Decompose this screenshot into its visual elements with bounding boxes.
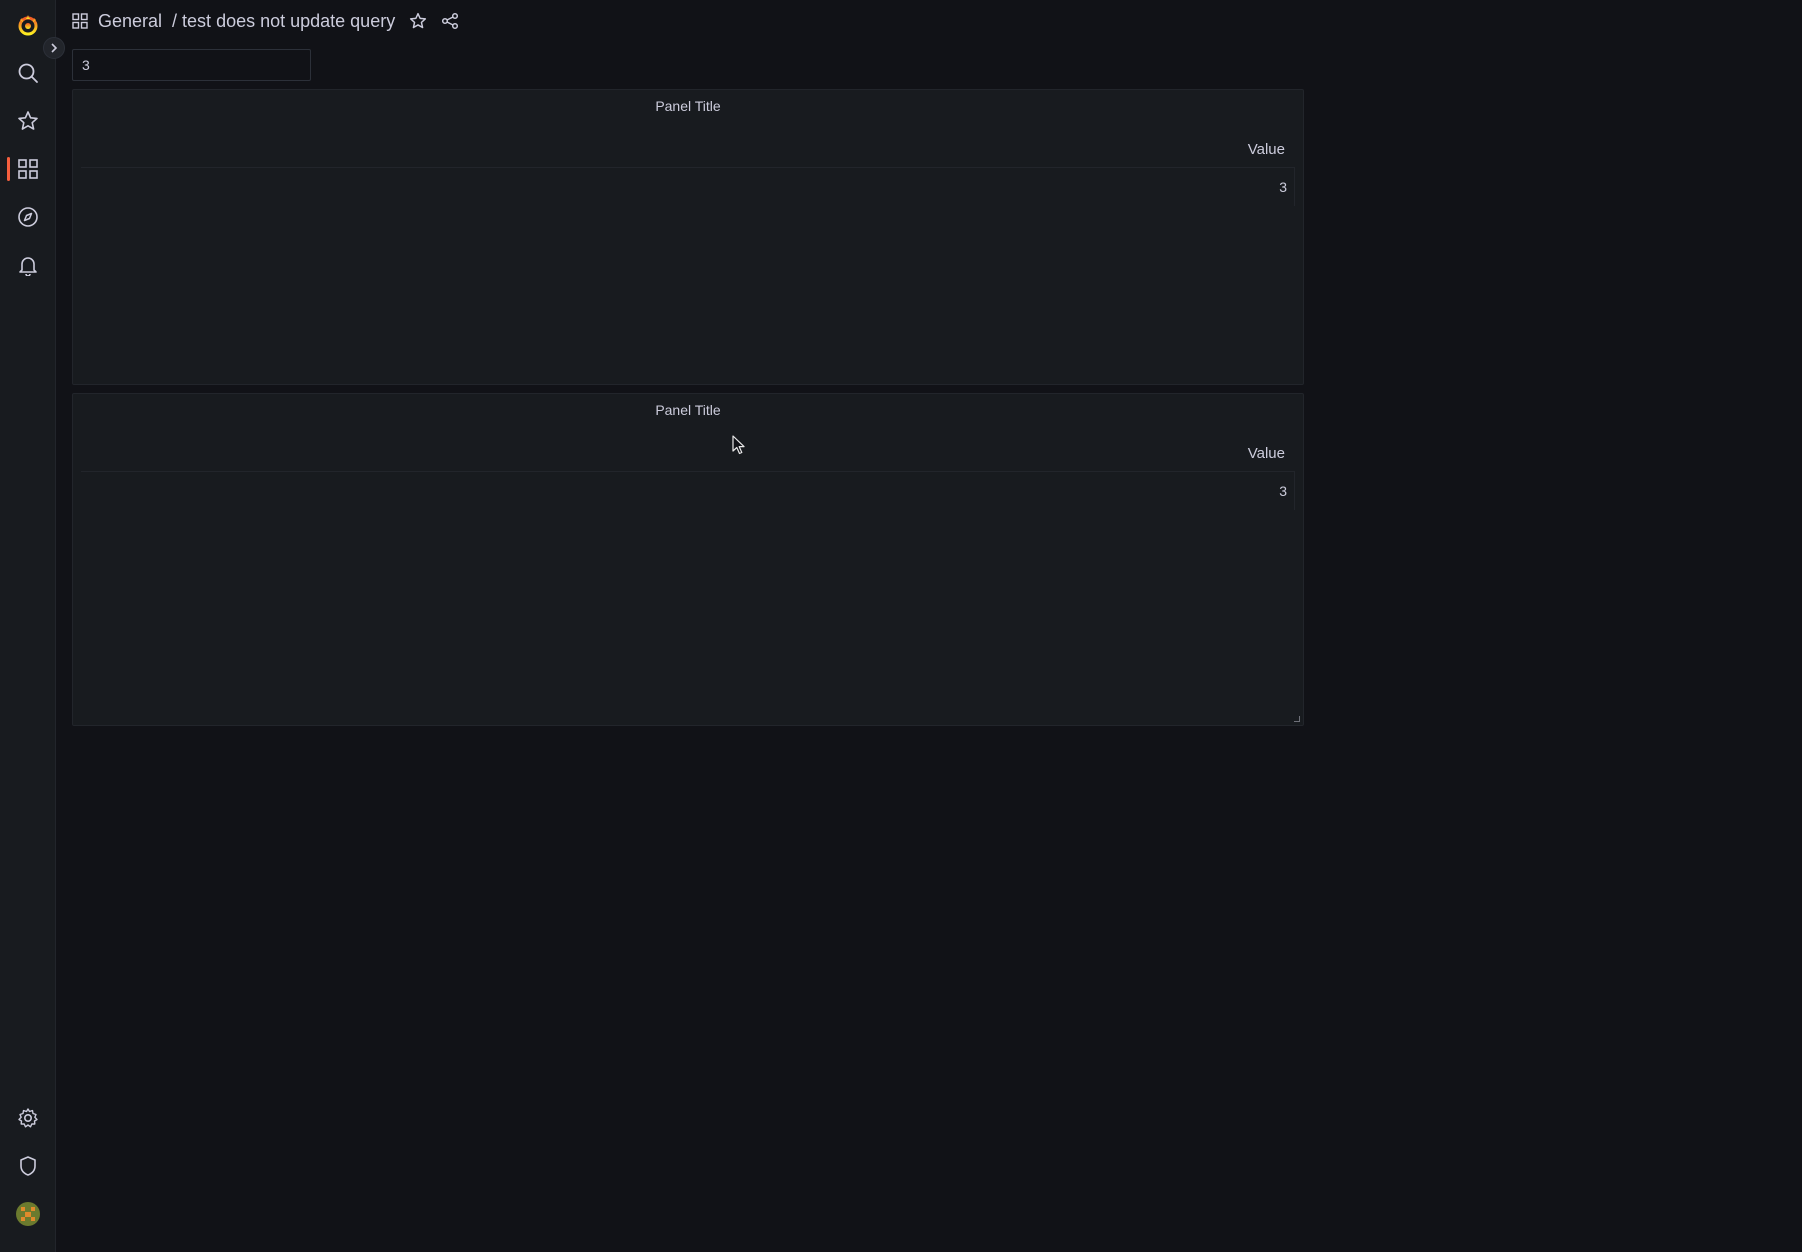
column-header-value[interactable]: Value xyxy=(1248,445,1285,462)
variable-input[interactable] xyxy=(72,49,311,81)
alerting-icon[interactable] xyxy=(0,245,56,285)
table-cell: 3 xyxy=(1279,179,1287,195)
table-cell: 3 xyxy=(1279,483,1287,499)
table-panel: Panel Title Value 3 xyxy=(72,393,1304,726)
shield-icon[interactable] xyxy=(0,1146,56,1186)
avatar[interactable] xyxy=(0,1194,56,1234)
panel-title[interactable]: Panel Title xyxy=(73,98,1303,114)
table-header: Value xyxy=(81,436,1295,472)
table-panel: Panel Title Value 3 xyxy=(72,89,1304,385)
panel-title[interactable]: Panel Title xyxy=(73,402,1303,418)
gear-icon[interactable] xyxy=(0,1098,56,1138)
dashboards-grid-icon xyxy=(72,13,88,29)
search-icon[interactable] xyxy=(0,53,56,93)
dashboard-title[interactable]: / test does not update query xyxy=(172,11,395,32)
table-header: Value xyxy=(81,132,1295,168)
share-icon[interactable] xyxy=(441,12,459,30)
table-row: 3 xyxy=(81,472,1295,510)
dashboards-icon[interactable] xyxy=(0,149,56,189)
panel-resize-handle[interactable] xyxy=(1294,716,1300,722)
explore-icon[interactable] xyxy=(0,197,56,237)
side-nav xyxy=(0,0,65,1252)
table-row: 3 xyxy=(81,168,1295,206)
column-header-value[interactable]: Value xyxy=(1248,141,1285,158)
starred-icon[interactable] xyxy=(0,101,56,141)
mouse-cursor-icon xyxy=(732,435,745,455)
star-icon[interactable] xyxy=(409,12,427,30)
breadcrumb-folder[interactable]: General xyxy=(98,11,162,32)
chevron-right-icon xyxy=(51,43,58,53)
breadcrumb: General / test does not update query xyxy=(72,6,459,36)
